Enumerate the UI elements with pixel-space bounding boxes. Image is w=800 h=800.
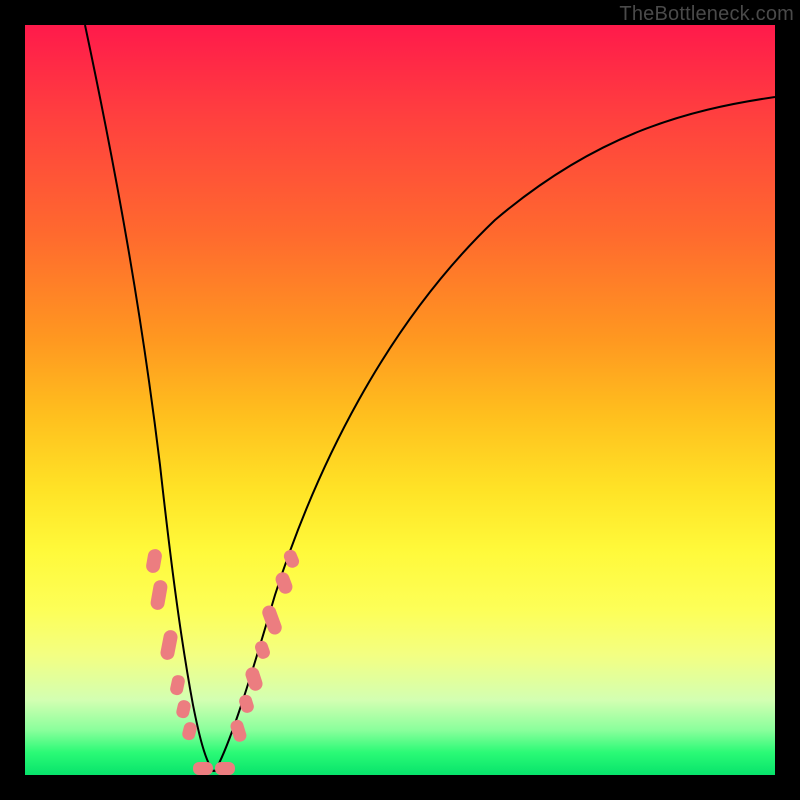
data-marker (169, 674, 186, 696)
curve-layer (85, 25, 775, 771)
marker-layer (145, 548, 301, 775)
plot-area (25, 25, 775, 775)
data-marker (193, 762, 213, 775)
right-curve (215, 97, 775, 771)
data-marker (159, 629, 178, 661)
data-marker (150, 579, 169, 611)
data-marker (215, 762, 235, 775)
data-marker (175, 699, 192, 719)
data-marker (145, 548, 163, 574)
data-marker (229, 718, 248, 743)
chart-svg (25, 25, 775, 775)
data-marker (181, 721, 198, 742)
chart-frame: TheBottleneck.com (0, 0, 800, 800)
watermark-label: TheBottleneck.com (619, 3, 794, 26)
data-marker (238, 693, 256, 714)
left-curve (85, 25, 213, 771)
